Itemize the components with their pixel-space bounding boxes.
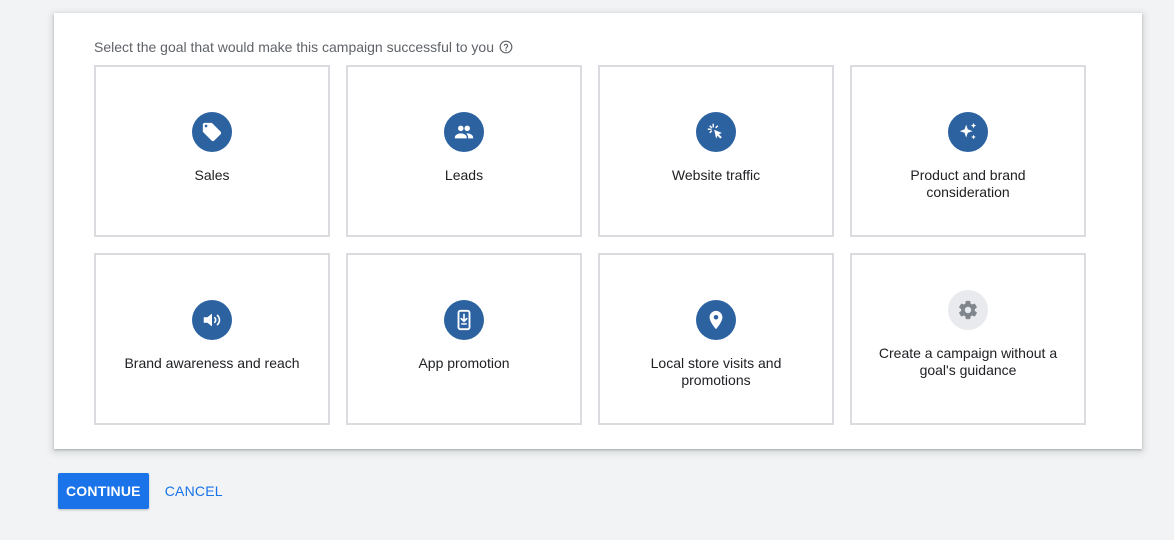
- gear-icon: [948, 290, 988, 330]
- continue-button[interactable]: CONTINUE: [58, 473, 149, 509]
- goal-label: Sales: [194, 167, 230, 183]
- goal-prompt-text: Select the goal that would make this cam…: [94, 39, 494, 55]
- goal-label: Brand awareness and reach: [124, 355, 300, 371]
- sparkle-icon: [948, 112, 988, 152]
- goal-prompt: Select the goal that would make this cam…: [94, 39, 513, 55]
- goal-label: Website traffic: [671, 167, 761, 183]
- location-pin-icon: [696, 300, 736, 340]
- goal-tile-product-brand-consideration[interactable]: Product and brand consideration: [850, 65, 1086, 237]
- help-circle-icon[interactable]: [499, 40, 513, 54]
- goal-tile-brand-awareness[interactable]: Brand awareness and reach: [94, 253, 330, 425]
- goal-label: App promotion: [418, 355, 510, 371]
- goal-tile-sales[interactable]: Sales: [94, 65, 330, 237]
- goal-tile-no-guidance[interactable]: Create a campaign without a goal's guida…: [850, 253, 1086, 425]
- goal-grid: Sales Leads Website traffic Product and …: [94, 65, 1086, 425]
- cursor-click-icon: [696, 112, 736, 152]
- goal-tile-app-promotion[interactable]: App promotion: [346, 253, 582, 425]
- goal-selection-card: Select the goal that would make this cam…: [54, 13, 1142, 449]
- goal-label: Product and brand consideration: [910, 167, 1026, 200]
- goal-label: Local store visits and promotions: [650, 355, 782, 388]
- tag-icon: [192, 112, 232, 152]
- goal-label: Create a campaign without a goal's guida…: [878, 345, 1058, 378]
- action-bar: CONTINUE CANCEL: [58, 473, 231, 509]
- goal-tile-leads[interactable]: Leads: [346, 65, 582, 237]
- speaker-icon: [192, 300, 232, 340]
- phone-download-icon: [444, 300, 484, 340]
- goal-tile-local-store-visits[interactable]: Local store visits and promotions: [598, 253, 834, 425]
- people-icon: [444, 112, 484, 152]
- cancel-button[interactable]: CANCEL: [157, 473, 231, 509]
- goal-label: Leads: [444, 167, 484, 183]
- goal-tile-website-traffic[interactable]: Website traffic: [598, 65, 834, 237]
